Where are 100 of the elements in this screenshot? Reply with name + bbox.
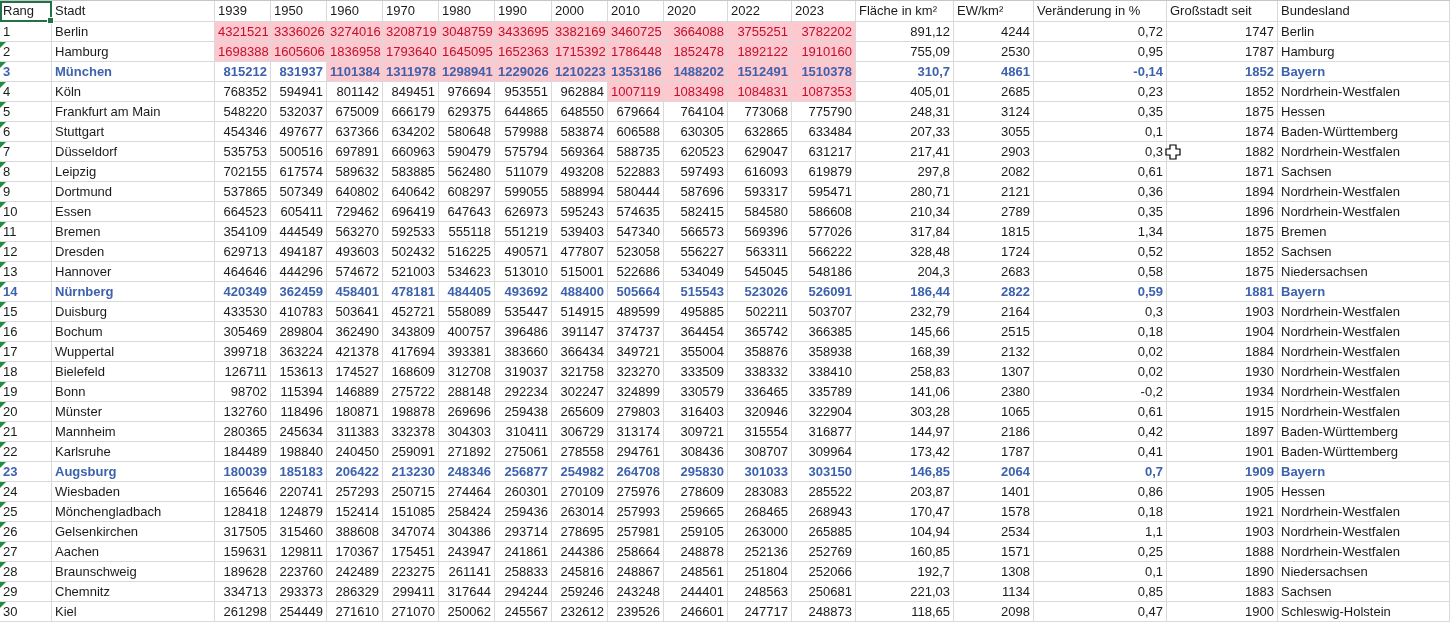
table-cell: 159631 [215,542,271,562]
column-header[interactable]: 1939 [215,1,271,22]
table-cell: 593317 [728,182,792,202]
table-cell: Nordrhein-Westfalen [1278,522,1450,542]
table-cell: 3755251 [728,22,792,42]
table-cell: 666179 [383,102,439,122]
table-cell: 391147 [552,322,608,342]
table-cell: 269696 [439,402,495,422]
column-header[interactable]: 1970 [383,1,439,22]
rank-text: 29 [3,584,18,599]
table-cell: 299411 [383,582,439,602]
table-cell: 286329 [327,582,383,602]
table-cell: 173,42 [856,442,954,462]
table-cell: 189628 [215,562,271,582]
table-cell: 775790 [792,102,856,122]
table-cell: 616093 [728,162,792,182]
table-cell: 2082 [954,162,1034,182]
table-cell: 257981 [608,522,664,542]
column-header[interactable]: EW/km² [954,1,1034,22]
table-cell: 489599 [608,302,664,322]
table-cell: Berlin [52,22,215,42]
table-cell: 274464 [439,482,495,502]
table-cell: 1645095 [439,42,495,62]
table-cell: 1605606 [271,42,327,62]
table-cell: 502211 [728,302,792,322]
table-cell: 1747 [1167,22,1278,42]
table-cell: 252136 [728,542,792,562]
column-header[interactable]: 2000 [552,1,608,22]
table-cell: 583885 [383,162,439,182]
table-cell: 539403 [552,222,608,242]
table-cell: 309721 [664,422,728,442]
column-header[interactable]: Stadt [52,1,215,22]
table-cell: 1786448 [608,42,664,62]
table-cell: 248346 [439,462,495,482]
table-cell: 334713 [215,582,271,602]
column-header[interactable]: 2022 [728,1,792,22]
table-cell: Bielefeld [52,362,215,382]
cursor-cross-icon [1165,144,1181,160]
column-header[interactable]: 1990 [495,1,552,22]
column-header[interactable]: Veränderung in % [1034,1,1167,22]
table-cell: 168609 [383,362,439,382]
table-cell: 522686 [608,262,664,282]
table-cell: 523058 [608,242,664,262]
table-cell: 534049 [664,262,728,282]
table-cell: Hamburg [1278,42,1450,62]
fill-handle[interactable] [47,17,54,24]
table-cell: 1874 [1167,122,1278,142]
table-cell: 316403 [664,402,728,422]
table-cell: 0,85 [1034,582,1167,602]
table-cell: 310,7 [856,62,954,82]
table-cell: 511079 [495,162,552,182]
table-cell: 2683 [954,262,1034,282]
table-cell: Nordrhein-Westfalen [1278,402,1450,422]
table-cell: 308707 [728,442,792,462]
rank-text: 11 [3,224,17,239]
column-header[interactable]: Fläche in km² [856,1,954,22]
table-cell: 507349 [271,182,327,202]
table-cell: 0,41 [1034,442,1167,462]
column-header[interactable]: 2020 [664,1,728,22]
column-header[interactable]: 1980 [439,1,495,22]
table-cell: 452721 [383,302,439,322]
table-cell: 151085 [383,502,439,522]
table-cell: 595471 [792,182,856,202]
table-cell: 362490 [327,322,383,342]
column-header[interactable]: 2023 [792,1,856,22]
table-cell: 1890 [1167,562,1278,582]
table-cell: 366385 [792,322,856,342]
table-cell: 566573 [664,222,728,242]
column-header[interactable]: Großstadt seit [1167,1,1278,22]
column-header[interactable]: 2010 [608,1,664,22]
table-cell: Sachsen [1278,582,1450,602]
table-cell: 648550 [552,102,608,122]
table-cell: 358876 [728,342,792,362]
table-cell: 592533 [383,222,439,242]
column-header[interactable]: Rang [0,1,52,22]
column-header[interactable]: 1960 [327,1,383,22]
table-cell: 315460 [271,522,327,542]
table-cell: 1307 [954,362,1034,382]
table-cell: 301033 [728,462,792,482]
table-cell: 595243 [552,202,608,222]
table-cell: 319037 [495,362,552,382]
table-cell: 175451 [383,542,439,562]
table-cell: 526091 [792,282,856,302]
table-cell: 265609 [552,402,608,422]
table-cell: 259246 [552,582,608,602]
table-cell: 260301 [495,482,552,502]
table-cell: 1930 [1167,362,1278,382]
table-cell: 660963 [383,142,439,162]
column-header[interactable]: Bundesland [1278,1,1450,22]
table-cell: 488400 [552,282,608,302]
table-cell: 0,1 [1034,562,1167,582]
table-cell: 332378 [383,422,439,442]
column-header[interactable]: 1950 [271,1,327,22]
table-cell: 634202 [383,122,439,142]
table-cell: 1815 [954,222,1034,242]
rank-text: 20 [3,404,18,419]
table-cell: 503641 [327,302,383,322]
table-cell: 1083498 [664,82,728,102]
table-cell: 0,3 [1034,302,1167,322]
table-cell: Braunschweig [52,562,215,582]
